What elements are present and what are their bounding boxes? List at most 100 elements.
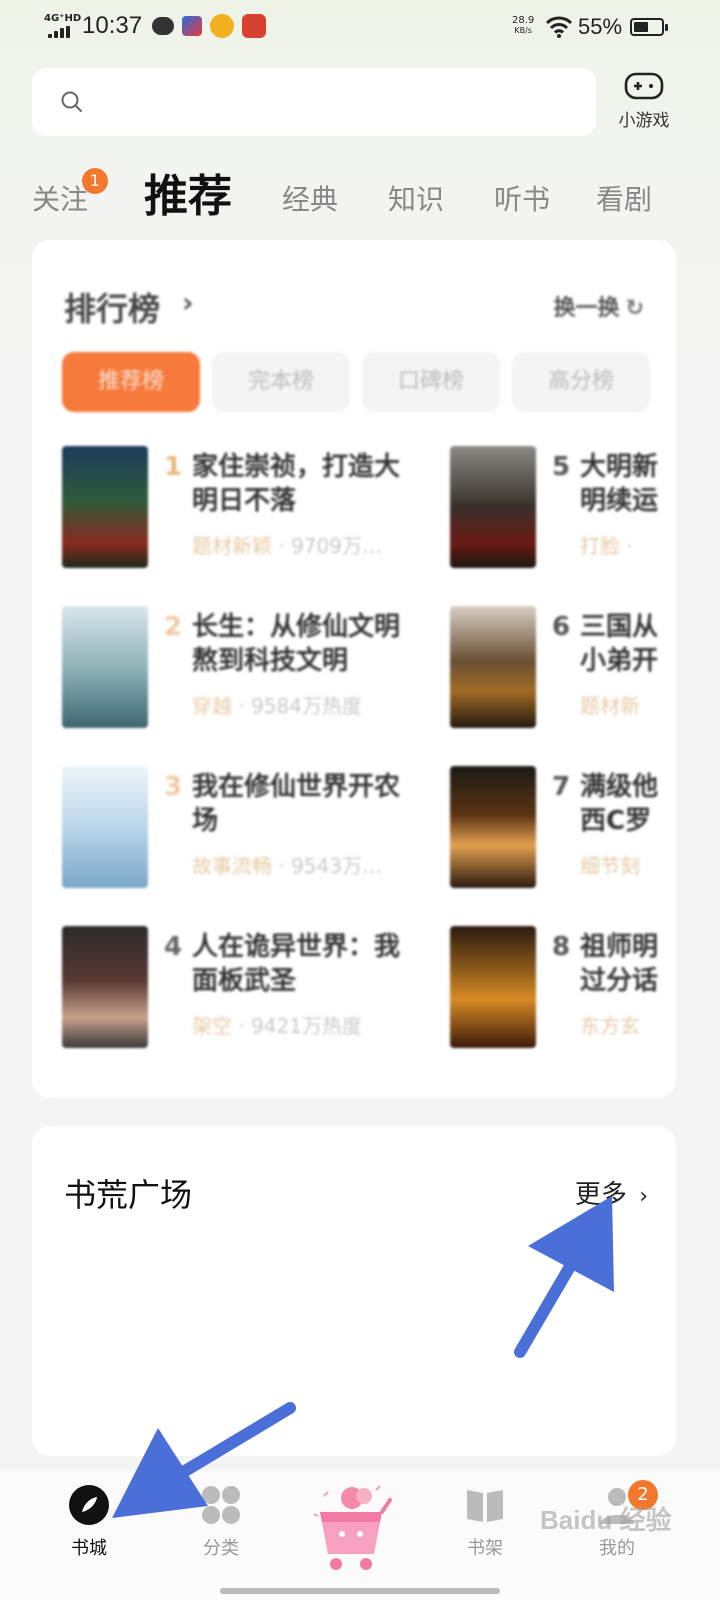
book-rank: 4	[164, 932, 183, 962]
chevron-right-icon: ›	[182, 286, 194, 319]
book-meta: 打脸 ·	[580, 530, 633, 559]
book-rank: 6	[552, 612, 571, 642]
book-meta: 细节刻	[580, 850, 640, 879]
book-meta: 故事流畅 · 9543万…	[192, 854, 382, 878]
book-item[interactable]: 2 长生：从修仙文明熬到科技文明 穿越 · 9584万热度	[62, 606, 400, 736]
book-heat: 9421万热度	[251, 1014, 362, 1038]
book-item[interactable]: 5 大明新明续运 打脸 ·	[450, 446, 676, 576]
nav-mine-label: 我的	[599, 1538, 635, 1559]
book-item[interactable]: 3 我在修仙世界开农场 故事流畅 · 9543万…	[62, 766, 400, 896]
book-meta: 穿越 · 9584万热度	[192, 694, 362, 718]
search-input[interactable]	[32, 68, 596, 136]
refresh-label: 换一换	[553, 296, 620, 321]
book-cover	[62, 606, 148, 728]
book-rank: 8	[552, 932, 571, 962]
book-meta: 题材新颖 · 9709万…	[192, 534, 382, 558]
nav-category[interactable]: 分类	[176, 1484, 266, 1560]
cloud-icon	[152, 17, 174, 35]
top-tabs: 关注 1 推荐 经典 知识 听书 看剧	[0, 160, 720, 230]
battery-percent: 55%	[578, 14, 623, 39]
book-cover	[62, 446, 148, 568]
book-cover	[62, 766, 148, 888]
book-tag: 细节刻	[580, 854, 640, 878]
tab-classic[interactable]: 经典	[282, 178, 338, 218]
clock: 10:37	[82, 12, 143, 39]
book-tag: 打脸	[580, 534, 620, 558]
nav-bookshelf-label: 书架	[467, 1538, 503, 1559]
book-meta: 题材新	[580, 690, 640, 719]
tab-recommend[interactable]: 推荐	[144, 160, 232, 224]
nav-bookstore[interactable]: 书城	[44, 1484, 134, 1560]
book-item[interactable]: 8 祖师明过分话 东方玄	[450, 926, 676, 1056]
chevron-right-icon: ›	[639, 1184, 648, 1209]
book-tag: 题材新颖	[192, 534, 272, 558]
book-cover	[450, 446, 536, 568]
book-item[interactable]: 1 家住崇祯，打造大明日不落 题材新颖 · 9709万…	[62, 446, 400, 576]
book-cover	[62, 926, 148, 1048]
book-title: 我在修仙世界开农场	[192, 772, 401, 836]
mini-games-label: 小游戏	[618, 111, 670, 131]
book-heat: 9584万热度	[251, 694, 362, 718]
tab-audiobook[interactable]: 听书	[494, 178, 550, 218]
book-plaza-title: 书荒广场	[64, 1176, 193, 1214]
notification-icons	[152, 14, 266, 38]
book-rank: 2	[164, 612, 183, 642]
more-button[interactable]: 更多 ›	[575, 1174, 648, 1211]
search-icon	[61, 91, 82, 112]
wifi-icon	[546, 16, 572, 38]
mini-games-button[interactable]: 小游戏	[612, 70, 676, 131]
book-title: 满级他西C罗	[580, 772, 659, 836]
book-cover	[450, 926, 536, 1048]
book-tag: 穿越	[192, 694, 232, 718]
compass-icon	[68, 1484, 110, 1526]
book-item[interactable]: 4 人在诡异世界：我面板武圣 架空 · 9421万热度	[62, 926, 400, 1056]
book-tag: 架空	[192, 1014, 232, 1038]
nav-bookshelf[interactable]: 书架	[440, 1484, 530, 1560]
rank-tab-recommend[interactable]: 推荐榜	[62, 352, 200, 412]
watermark: Baidu 经验	[540, 1505, 672, 1535]
app-news-icon	[242, 14, 266, 38]
open-book-icon	[464, 1484, 506, 1526]
weibo-icon	[210, 14, 234, 38]
refresh-button[interactable]: 换一换 ↻	[554, 290, 644, 322]
book-rank: 1	[164, 452, 183, 482]
gamepad-icon	[624, 72, 664, 100]
book-heat: 9543万…	[291, 854, 382, 878]
net-speed-unit: KB/s	[514, 26, 532, 35]
follow-badge: 1	[82, 168, 108, 194]
nav-bookstore-label: 书城	[71, 1538, 107, 1559]
refresh-icon: ↻	[625, 296, 644, 321]
shopping-basket-icon[interactable]	[306, 1476, 396, 1576]
book-heat: 9709万…	[291, 534, 382, 558]
battery-icon	[630, 18, 668, 36]
rank-tab-completed[interactable]: 完本榜	[212, 352, 350, 412]
book-cover	[450, 606, 536, 728]
ranking-card: 排行榜 › 换一换 ↻ 推荐榜 完本榜 口碑榜 高分榜 1 家住崇祯，打造大明日不…	[32, 240, 676, 1098]
ranking-title[interactable]: 排行榜	[64, 284, 160, 330]
book-title: 家住崇祯，打造大明日不落	[192, 452, 401, 516]
book-tag: 故事流畅	[192, 854, 272, 878]
book-rank: 5	[552, 452, 571, 482]
net-speed-value: 28.9	[512, 15, 535, 26]
app-m-icon	[182, 16, 202, 36]
book-meta: 东方玄	[580, 1010, 640, 1039]
book-title: 三国从小弟开	[580, 612, 659, 676]
book-item[interactable]: 6 三国从小弟开 题材新	[450, 606, 676, 736]
rank-tab-reputation[interactable]: 口碑榜	[362, 352, 500, 412]
book-tag: 题材新	[580, 694, 640, 718]
tab-follow[interactable]: 关注	[32, 178, 88, 218]
book-title: 人在诡异世界：我面板武圣	[192, 932, 401, 996]
tab-knowledge[interactable]: 知识	[388, 178, 444, 218]
book-title: 大明新明续运	[580, 452, 659, 516]
signal-icon	[48, 26, 74, 38]
book-rank: 7	[552, 772, 571, 802]
battery-fill	[634, 22, 648, 32]
rank-tab-highscore[interactable]: 高分榜	[512, 352, 650, 412]
more-label: 更多	[574, 1180, 627, 1210]
book-rank: 3	[164, 772, 183, 802]
book-item[interactable]: 7 满级他西C罗 细节刻	[450, 766, 676, 896]
home-indicator[interactable]	[220, 1588, 500, 1594]
book-plaza-card: 书荒广场 更多 ›	[32, 1126, 676, 1456]
tab-drama[interactable]: 看剧	[596, 178, 652, 218]
book-meta: 架空 · 9421万热度	[192, 1014, 362, 1038]
